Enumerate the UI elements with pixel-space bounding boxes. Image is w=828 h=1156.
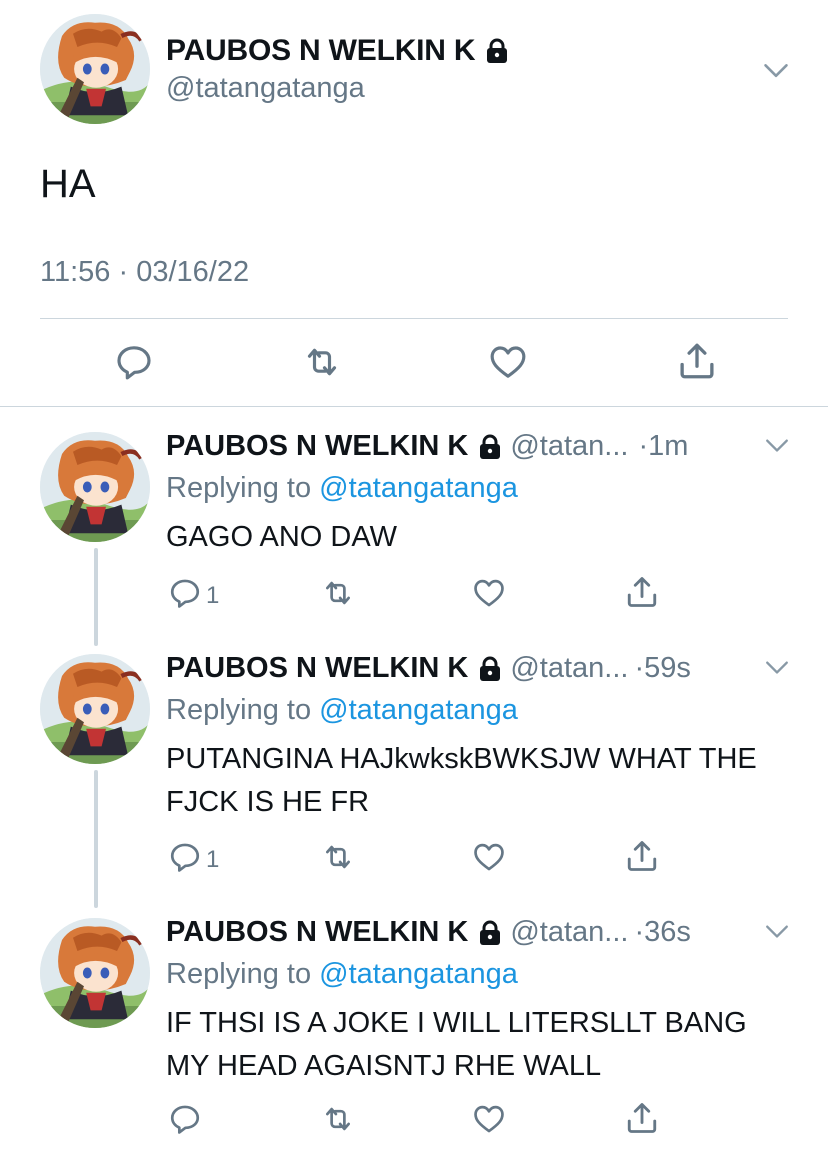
- divider: [40, 318, 788, 319]
- replying-to-link[interactable]: @tatangatanga: [319, 472, 518, 504]
- thread-line: [94, 548, 98, 646]
- tweet-timestamp[interactable]: 11:56 · 03/16/22: [40, 256, 249, 289]
- reply-header: PAUBOS N WELKIN K @tatan... · 36s: [166, 916, 691, 949]
- heart-icon[interactable]: [472, 840, 506, 874]
- retweet-icon[interactable]: [320, 840, 356, 874]
- share-icon[interactable]: [624, 1100, 660, 1136]
- retweet-icon[interactable]: [320, 1102, 356, 1136]
- retweet-icon[interactable]: [320, 576, 356, 610]
- divider: [0, 406, 828, 407]
- heart-icon[interactable]: [488, 342, 528, 382]
- handle[interactable]: @tatan...: [510, 652, 628, 685]
- separator-dot: ·: [634, 916, 645, 948]
- replying-to: Replying to @tatangatanga: [166, 958, 518, 991]
- tweet-text: IF THSI IS A JOKE I WILL LITERSLLT BANG …: [166, 1007, 747, 1082]
- avatar[interactable]: [40, 918, 150, 1028]
- chevron-down-icon[interactable]: [764, 432, 790, 458]
- tweet-text: PUTANGINA HAJkwkskBWKSJW WHAT THE FJCK I…: [166, 743, 757, 818]
- handle[interactable]: @tatangatanga: [166, 72, 365, 105]
- avatar[interactable]: [40, 14, 150, 124]
- reply-icon[interactable]: [168, 840, 202, 874]
- tweet-time[interactable]: 59s: [644, 652, 691, 685]
- handle[interactable]: @tatan...: [510, 916, 628, 949]
- display-name[interactable]: PAUBOS N WELKIN K: [166, 916, 468, 949]
- reply-header: PAUBOS N WELKIN K @tatan... · 59s: [166, 652, 691, 685]
- replying-to-link[interactable]: @tatangatanga: [319, 694, 518, 726]
- reply-icon[interactable]: [168, 576, 202, 610]
- tweet-text: HA: [40, 162, 96, 206]
- tweet-time[interactable]: 1m: [648, 430, 688, 463]
- tweet-time[interactable]: 36s: [644, 916, 691, 949]
- lock-icon: [478, 920, 502, 946]
- chevron-down-icon[interactable]: [762, 56, 790, 84]
- reply-icon[interactable]: [168, 1102, 202, 1136]
- avatar[interactable]: [40, 432, 150, 542]
- replying-to: Replying to @tatangatanga: [166, 472, 518, 505]
- reply-count: 1: [206, 846, 220, 873]
- avatar[interactable]: [40, 654, 150, 764]
- lock-icon: [485, 38, 509, 64]
- reply-header: PAUBOS N WELKIN K @tatan... · 1m: [166, 430, 688, 463]
- heart-icon[interactable]: [472, 1102, 506, 1136]
- display-name-text: PAUBOS N WELKIN K: [166, 34, 476, 67]
- tweet-text: GAGO ANO DAW: [166, 521, 397, 553]
- lock-icon: [478, 434, 502, 460]
- replying-to-prefix: Replying to: [166, 694, 312, 726]
- replying-to-prefix: Replying to: [166, 472, 312, 504]
- share-icon[interactable]: [624, 574, 660, 610]
- display-name[interactable]: PAUBOS N WELKIN K: [166, 34, 509, 68]
- separator-dot: ·: [638, 430, 649, 462]
- retweet-icon[interactable]: [300, 342, 344, 382]
- display-name[interactable]: PAUBOS N WELKIN K: [166, 430, 468, 463]
- separator-dot: ·: [634, 652, 645, 684]
- share-icon[interactable]: [624, 838, 660, 874]
- thread-line: [94, 770, 98, 908]
- display-name[interactable]: PAUBOS N WELKIN K: [166, 652, 468, 685]
- handle[interactable]: @tatan...: [510, 430, 628, 463]
- share-icon[interactable]: [676, 340, 718, 382]
- chevron-down-icon[interactable]: [764, 918, 790, 944]
- replying-to: Replying to @tatangatanga: [166, 694, 518, 727]
- replying-to-prefix: Replying to: [166, 958, 312, 990]
- reply-icon[interactable]: [114, 342, 154, 382]
- lock-icon: [478, 656, 502, 682]
- chevron-down-icon[interactable]: [764, 654, 790, 680]
- reply-count: 1: [206, 582, 220, 609]
- heart-icon[interactable]: [472, 576, 506, 610]
- replying-to-link[interactable]: @tatangatanga: [319, 958, 518, 990]
